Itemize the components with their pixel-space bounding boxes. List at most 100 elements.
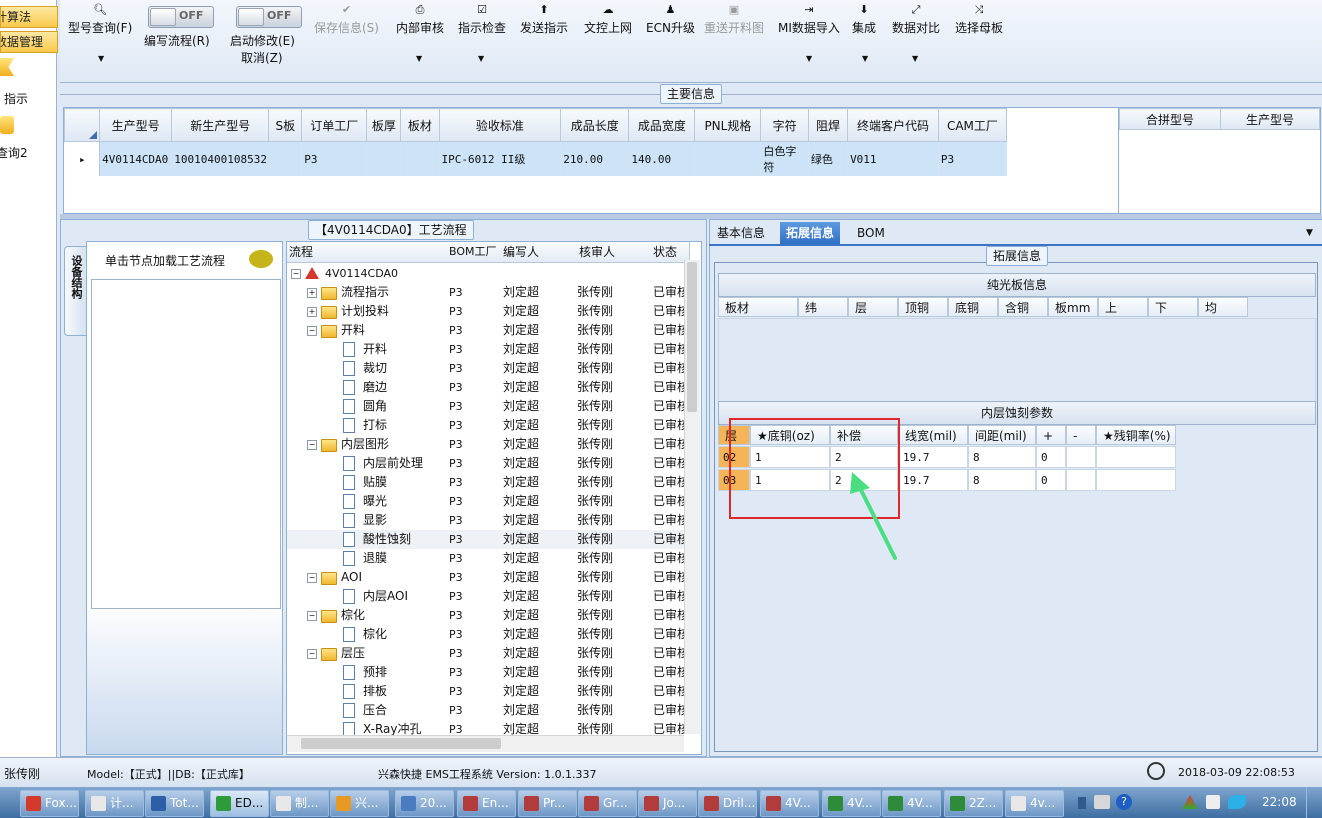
- column-header[interactable]: 板mm: [1048, 297, 1098, 317]
- column-header[interactable]: 顶铜: [898, 297, 948, 317]
- monitor-icon[interactable]: [1206, 795, 1220, 809]
- publish-online-button[interactable]: ☁ 文控上网: [584, 0, 632, 36]
- table-cell[interactable]: [268, 141, 303, 176]
- help-icon[interactable]: ?: [1116, 794, 1132, 810]
- table-cell[interactable]: 10010400108532: [171, 141, 270, 176]
- tree-row[interactable]: 打标 P3 刘定超 张传刚 已审核: [287, 416, 685, 435]
- internal-review-button[interactable]: ⎙ 内部审核: [396, 0, 444, 36]
- tree-row[interactable]: − 开料 P3 刘定超 张传刚 已审核: [287, 321, 685, 340]
- nav-link-query[interactable]: 查询2: [0, 144, 28, 161]
- column-header[interactable]: BOM工厂: [447, 242, 498, 263]
- table-cell[interactable]: 19.7: [898, 446, 968, 468]
- chevron-down-icon[interactable]: ▼: [1306, 228, 1313, 238]
- table-cell[interactable]: 210.00: [560, 141, 630, 176]
- chevron-down-icon[interactable]: ▼: [912, 54, 918, 63]
- column-header[interactable]: CAM工厂: [937, 108, 1008, 142]
- instruction-check-button[interactable]: ☑ 指示检查: [458, 0, 506, 36]
- keyboard-icon[interactable]: [1094, 795, 1110, 809]
- column-header[interactable]: -: [1066, 425, 1096, 445]
- tab-basic-info[interactable]: 基本信息: [711, 222, 771, 244]
- column-header[interactable]: 新生产型号: [171, 108, 270, 142]
- tab-extended-info[interactable]: 拓展信息: [780, 222, 841, 244]
- collapse-icon[interactable]: −: [307, 440, 317, 450]
- column-header[interactable]: 生产型号: [1220, 108, 1320, 130]
- column-header[interactable]: ★残铜率(%): [1096, 425, 1176, 445]
- tree-row[interactable]: 贴膜 P3 刘定超 张传刚 已审核: [287, 473, 685, 492]
- resend-cut-drawing-button[interactable]: ▣ 重送开料图: [704, 0, 764, 36]
- table-cell[interactable]: P3: [301, 141, 368, 176]
- tree-row[interactable]: + 计划投料 P3 刘定超 张传刚 已审核: [287, 302, 685, 321]
- table-cell[interactable]: 绿色: [808, 141, 849, 176]
- tree-row[interactable]: − 层压 P3 刘定超 张传刚 已审核: [287, 644, 685, 663]
- edit-flow-toggle[interactable]: OFF: [148, 6, 214, 28]
- row-selector-header[interactable]: [63, 108, 101, 142]
- save-info-button[interactable]: ✔ 保存信息(S): [314, 0, 379, 36]
- taskbar-item[interactable]: 20...: [395, 790, 454, 817]
- taskbar-item[interactable]: 兴...: [330, 790, 389, 817]
- integrate-button[interactable]: ⬇ 集成: [852, 0, 876, 36]
- collapse-icon[interactable]: −: [307, 573, 317, 583]
- model-query-button[interactable]: 🔍︎ 型号查询(F): [68, 0, 132, 36]
- tree-row[interactable]: − AOI P3 刘定超 张传刚 已审核: [287, 568, 685, 587]
- cancel-label[interactable]: 取消(Z): [241, 49, 283, 66]
- column-header[interactable]: 上: [1098, 297, 1148, 317]
- taskbar-item[interactable]: Jo...: [638, 790, 697, 817]
- tree-row[interactable]: 棕化 P3 刘定超 张传刚 已审核: [287, 625, 685, 644]
- nav-button-data[interactable]: 数据管理: [0, 31, 58, 53]
- taskbar-item[interactable]: En...: [457, 790, 516, 817]
- table-cell[interactable]: [1096, 469, 1176, 491]
- collapse-icon[interactable]: −: [307, 649, 317, 659]
- tree-row[interactable]: 磨边 P3 刘定超 张传刚 已审核: [287, 378, 685, 397]
- table-cell[interactable]: 8: [968, 446, 1036, 468]
- table-cell[interactable]: P3: [938, 141, 1008, 176]
- tree-row[interactable]: 内层前处理 P3 刘定超 张传刚 已审核: [287, 454, 685, 473]
- taskbar-item[interactable]: 4V...: [882, 790, 941, 817]
- column-header[interactable]: 字符: [760, 108, 809, 142]
- taskbar-item[interactable]: Dril...: [698, 790, 757, 817]
- chevron-down-icon[interactable]: ▼: [416, 54, 422, 63]
- column-header[interactable]: 下: [1148, 297, 1198, 317]
- chevron-down-icon[interactable]: ▼: [806, 54, 812, 63]
- nav-button-calc[interactable]: 计算法: [0, 6, 58, 28]
- collapse-icon[interactable]: −: [307, 326, 317, 336]
- tree-row[interactable]: 压合 P3 刘定超 张传刚 已审核: [287, 701, 685, 720]
- tree-row[interactable]: − 内层图形 P3 刘定超 张传刚 已审核: [287, 435, 685, 454]
- column-header[interactable]: 纬: [798, 297, 848, 317]
- tree-row[interactable]: 圆角 P3 刘定超 张传刚 已审核: [287, 397, 685, 416]
- column-header[interactable]: 终端客户代码: [847, 108, 939, 142]
- network-icon[interactable]: [1182, 795, 1198, 809]
- taskbar-item[interactable]: ED...: [210, 790, 269, 817]
- taskbar-item[interactable]: Fox...: [20, 790, 79, 817]
- tree-row[interactable]: 排板 P3 刘定超 张传刚 已审核: [287, 682, 685, 701]
- scroll-thumb[interactable]: [687, 262, 697, 412]
- column-header[interactable]: 板厚: [366, 108, 402, 142]
- table-cell[interactable]: 0: [1036, 469, 1066, 491]
- horizontal-scrollbar[interactable]: [287, 735, 684, 752]
- tree-row[interactable]: 裁切 P3 刘定超 张传刚 已审核: [287, 359, 685, 378]
- chevron-down-icon[interactable]: ▼: [478, 54, 484, 63]
- table-cell[interactable]: 140.00: [628, 141, 696, 176]
- table-cell[interactable]: [1066, 469, 1096, 491]
- table-cell[interactable]: [694, 141, 762, 176]
- tree-row[interactable]: 显影 P3 刘定超 张传刚 已审核: [287, 511, 685, 530]
- table-cell[interactable]: [1096, 446, 1176, 468]
- ecn-upgrade-button[interactable]: ♟ ECN升级: [646, 0, 695, 36]
- table-cell[interactable]: IPC-6012 II级: [439, 141, 562, 176]
- column-header[interactable]: S板: [268, 108, 303, 142]
- flow-list-box[interactable]: [91, 279, 281, 609]
- taskbar-item[interactable]: Pr...: [518, 790, 577, 817]
- mi-import-button[interactable]: ⇥ MI数据导入: [778, 0, 840, 36]
- taskbar-item[interactable]: 计...: [85, 790, 144, 817]
- column-header[interactable]: 线宽(mil): [898, 425, 968, 445]
- taskbar-item[interactable]: Gr...: [578, 790, 637, 817]
- tree-row[interactable]: 酸性蚀刻 P3 刘定超 张传刚 已审核: [287, 530, 685, 549]
- column-header[interactable]: 均: [1198, 297, 1248, 317]
- chevron-down-icon[interactable]: ▼: [98, 54, 104, 63]
- column-header[interactable]: 编写人: [497, 242, 574, 263]
- collapse-icon[interactable]: −: [291, 269, 301, 279]
- column-header[interactable]: 生产型号: [99, 108, 173, 142]
- taskbar-item[interactable]: 4V...: [822, 790, 881, 817]
- taskbar-item[interactable]: 4v...: [1005, 790, 1064, 817]
- start-modify-toggle[interactable]: OFF: [236, 6, 302, 28]
- column-header[interactable]: 层: [848, 297, 898, 317]
